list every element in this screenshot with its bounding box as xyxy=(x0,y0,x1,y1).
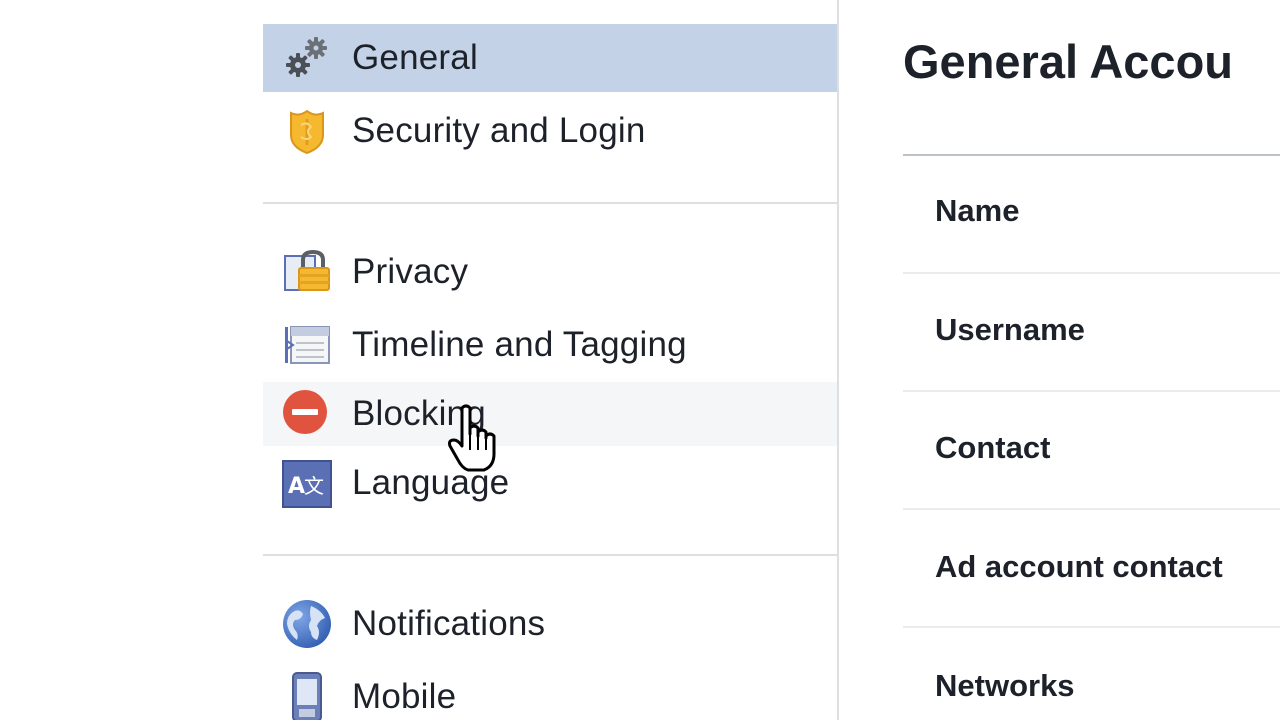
row-label: Networks xyxy=(935,668,1075,703)
sidebar-divider xyxy=(263,202,837,204)
sidebar-item-label: Mobile xyxy=(352,677,457,716)
language-icon: A 文 xyxy=(281,457,333,509)
row-label: Name xyxy=(935,193,1020,228)
svg-text:A: A xyxy=(288,474,305,499)
svg-text:文: 文 xyxy=(304,474,324,498)
sidebar-item-blocking[interactable]: Blocking xyxy=(263,382,837,446)
sidebar-item-security-login[interactable]: Security and Login xyxy=(263,98,837,164)
sidebar-item-privacy[interactable]: Privacy xyxy=(263,239,837,305)
privacy-lock-icon xyxy=(281,246,333,298)
sidebar-divider xyxy=(263,554,837,556)
sidebar-item-timeline-tagging[interactable]: Timeline and Tagging xyxy=(263,312,837,378)
mobile-phone-icon xyxy=(281,671,333,720)
globe-icon xyxy=(281,598,333,650)
sidebar-item-mobile[interactable]: Mobile xyxy=(263,664,837,720)
sidebar-item-label: Blocking xyxy=(352,394,486,433)
sidebar-item-general[interactable]: General xyxy=(263,24,837,92)
row-label: Username xyxy=(935,312,1085,347)
sidebar-item-label: Timeline and Tagging xyxy=(352,325,687,364)
general-account-settings: General Accou Name Username Contact Ad a… xyxy=(839,0,1280,720)
sidebar-item-label: Privacy xyxy=(352,252,469,291)
settings-row-ad-account-contact[interactable]: Ad account contact xyxy=(903,510,1280,628)
page-title: General Accou xyxy=(903,35,1233,88)
settings-sidebar: General Security and Login Privacy Timel… xyxy=(263,0,837,720)
settings-row-username[interactable]: Username xyxy=(903,274,1280,392)
sidebar-item-label: Language xyxy=(352,463,510,502)
settings-page: General Security and Login Privacy Timel… xyxy=(0,0,1280,720)
row-label: Ad account contact xyxy=(935,549,1223,584)
sidebar-item-language[interactable]: A 文 Language xyxy=(263,450,837,516)
row-label: Contact xyxy=(935,430,1051,465)
sidebar-item-label: General xyxy=(352,38,478,77)
settings-row-contact[interactable]: Contact xyxy=(903,392,1280,510)
sidebar-item-notifications[interactable]: Notifications xyxy=(263,591,837,657)
blocking-icon xyxy=(281,388,333,440)
sidebar-item-label: Security and Login xyxy=(352,111,646,150)
gears-icon xyxy=(281,32,333,84)
shield-badge-icon xyxy=(281,105,333,157)
settings-row-networks[interactable]: Networks xyxy=(903,628,1280,720)
sidebar-item-label: Notifications xyxy=(352,604,546,643)
timeline-icon xyxy=(281,319,333,371)
settings-row-name[interactable]: Name xyxy=(903,156,1280,274)
